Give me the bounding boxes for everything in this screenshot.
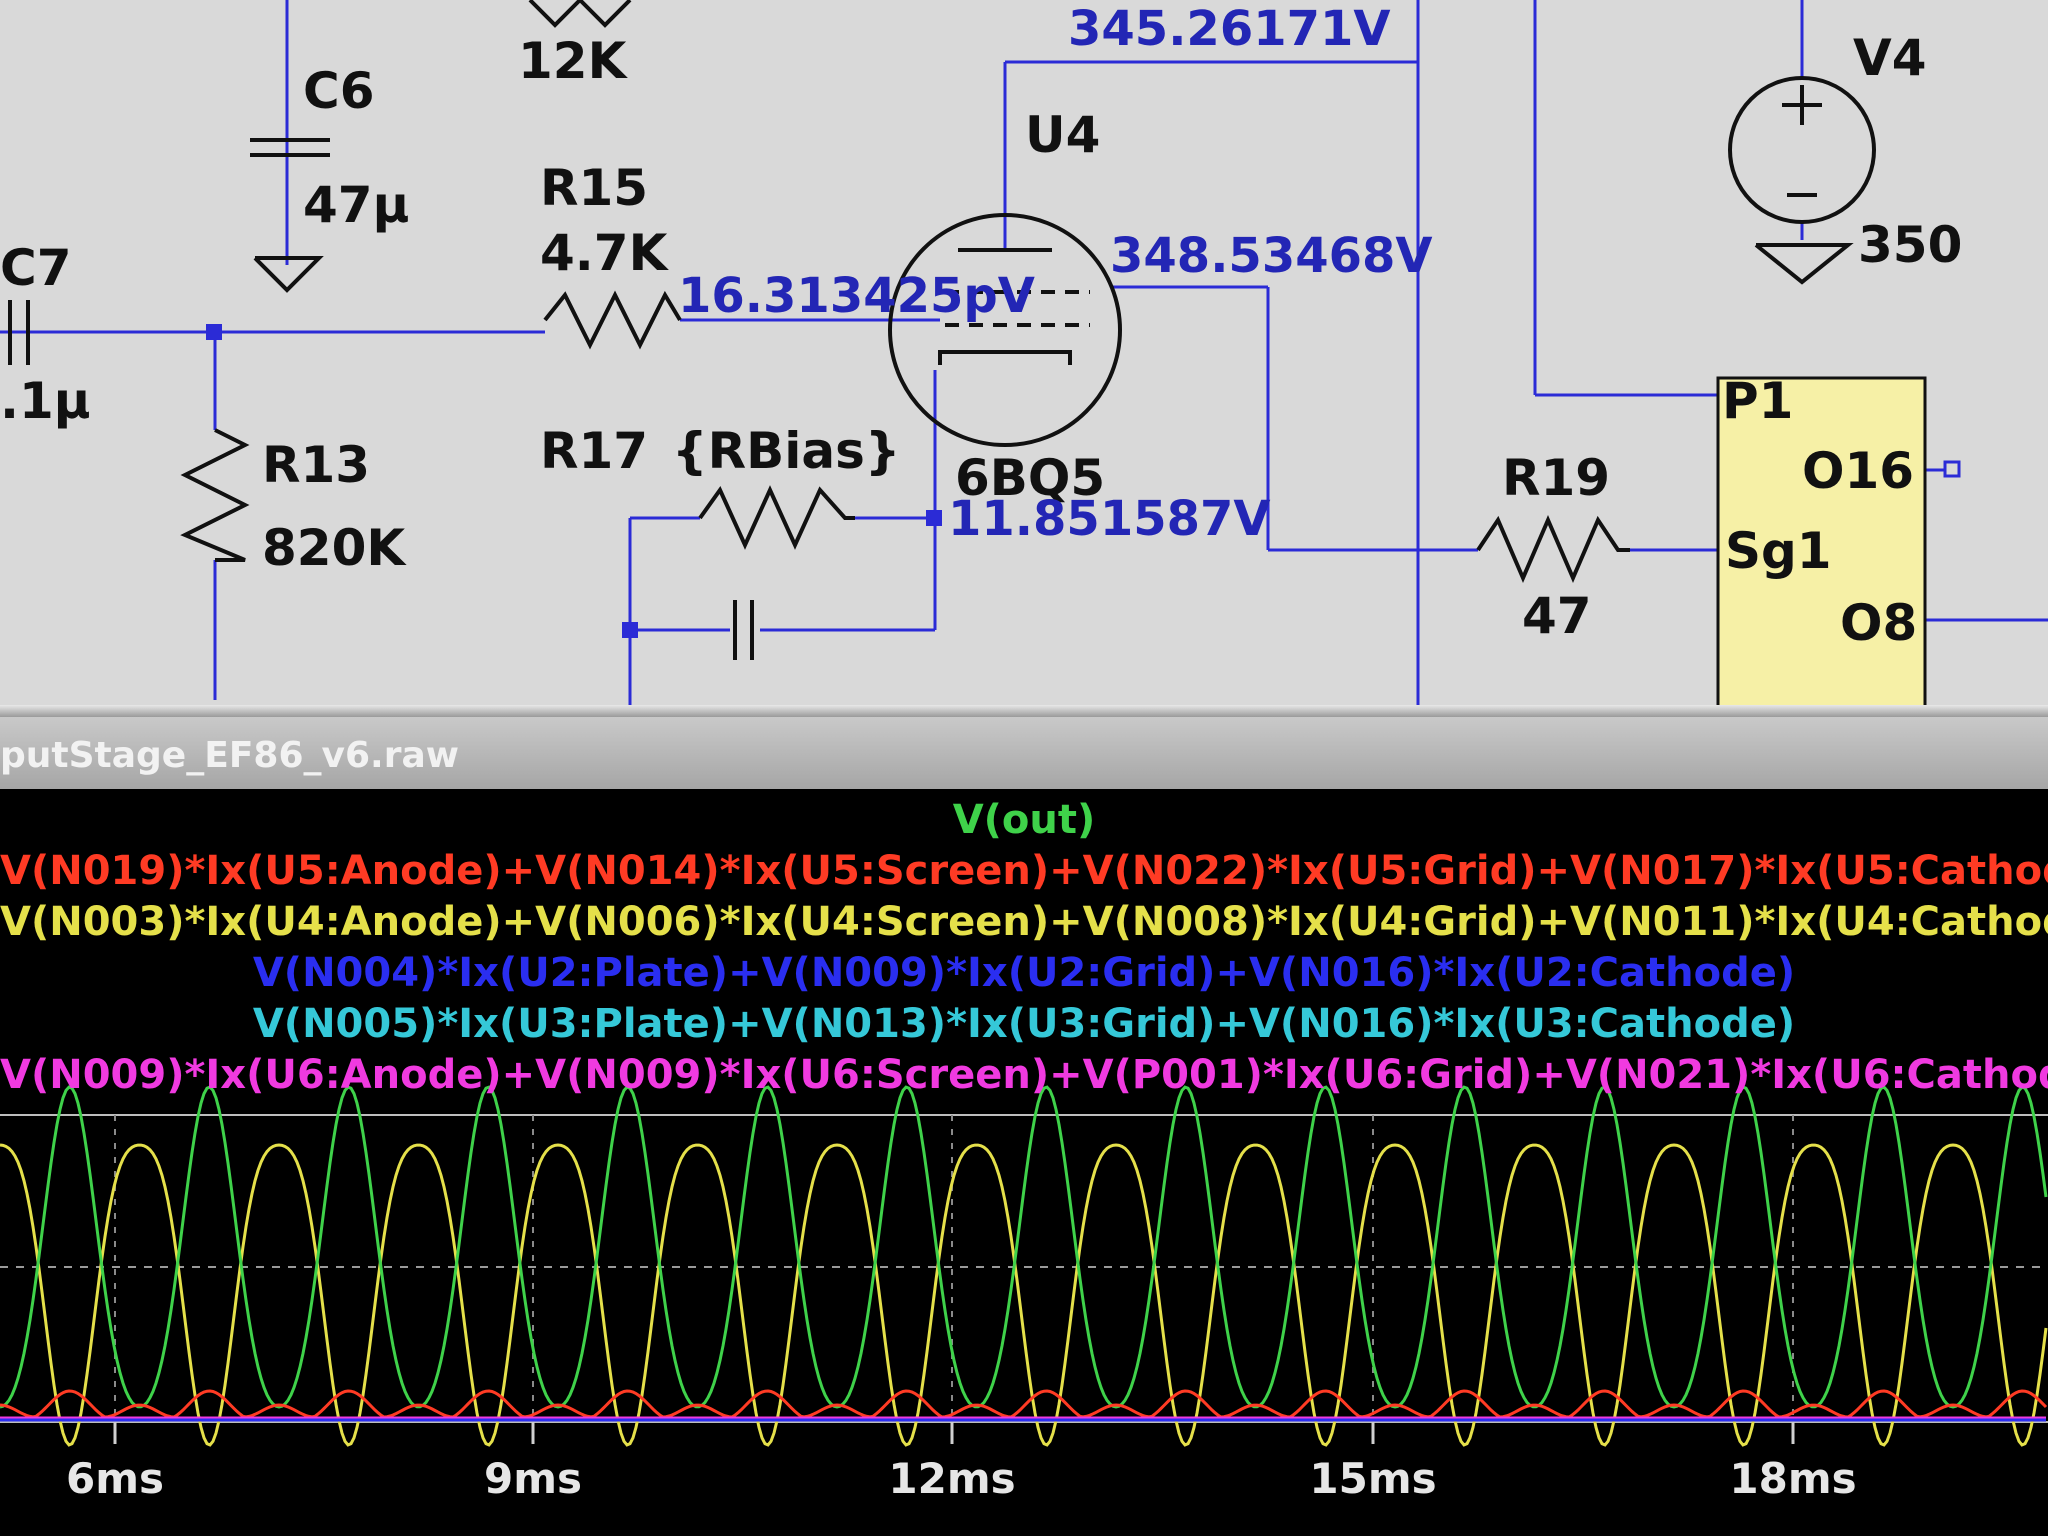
trace-label-1[interactable]: V(N019)*Ix(U5:Anode)+V(N014)*Ix(U5:Scree… — [0, 846, 2048, 897]
transformer-pin-o16: O16 — [1802, 442, 1914, 500]
v4-name: V4 — [1853, 29, 1927, 87]
x-tick-label: 9ms — [484, 1454, 582, 1503]
x-tick-label: 18ms — [1729, 1454, 1856, 1503]
c7-value: .1µ — [0, 372, 91, 430]
schematic-canvas[interactable]: C6 47µ C7 .1µ 12K R15 4.7K R13 820K R17 … — [0, 0, 2048, 705]
waveform-window-titlebar[interactable]: putStage_EF86_v6.raw — [0, 717, 2048, 789]
transformer-pin-o8: O8 — [1840, 594, 1917, 652]
x-tick-label: 12ms — [888, 1454, 1015, 1503]
node-voltage-cathode[interactable]: 11.851587V — [948, 491, 1271, 547]
r17-name: R17 — [540, 422, 648, 480]
waveform-plot[interactable]: 6ms 9ms 12ms 15ms 18ms V(out) V(N019)*Ix(U5:A… — [0, 789, 2048, 1536]
r13-name: R13 — [262, 436, 370, 494]
r15-value: 4.7K — [540, 224, 670, 282]
pane-splitter[interactable] — [0, 705, 2048, 717]
trace-label-0[interactable]: V(out) — [0, 795, 2048, 846]
r19-value: 47 — [1522, 587, 1592, 645]
x-tick-label: 6ms — [66, 1454, 164, 1503]
v4-ground — [1754, 243, 1854, 285]
r17-value: {RBias} — [672, 422, 900, 480]
r15-name: R15 — [540, 159, 648, 217]
r19-name: R19 — [1502, 449, 1610, 507]
c6-name: C6 — [303, 62, 374, 120]
node-voltage-grid[interactable]: 16.313425pV — [678, 268, 1035, 324]
top-resistor[interactable] — [528, 0, 632, 28]
waveform-file-title: putStage_EF86_v6.raw — [0, 735, 459, 776]
c6-value: 47µ — [303, 176, 409, 234]
trace-label-5[interactable]: V(N009)*Ix(U6:Anode)+V(N009)*Ix(U6:Scree… — [0, 1050, 2048, 1101]
r17-resistor[interactable] — [698, 485, 855, 550]
trace-label-3[interactable]: V(N004)*Ix(U2:Plate)+V(N009)*Ix(U2:Grid)… — [0, 948, 2048, 999]
node-voltage-anode[interactable]: 345.26171V — [1068, 1, 1391, 57]
r19-resistor[interactable] — [1476, 514, 1630, 584]
trace-legend: V(out) V(N019)*Ix(U5:Anode)+V(N014)*Ix(U5… — [0, 795, 2048, 1101]
r15-resistor[interactable] — [543, 290, 682, 350]
c7-name: C7 — [0, 239, 71, 297]
u4-cathode — [938, 350, 1072, 365]
u4-name: U4 — [1025, 106, 1100, 164]
transformer-pin-sg1: Sg1 — [1725, 522, 1832, 580]
trace-curve — [0, 1085, 2048, 1409]
top-resistor-value: 12K — [518, 32, 629, 90]
x-axis-ticks: 6ms 9ms 12ms 15ms 18ms — [66, 1422, 1857, 1503]
trace-label-4[interactable]: V(N005)*Ix(U3:Plate)+V(N013)*Ix(U3:Grid)… — [0, 999, 2048, 1050]
r13-resistor[interactable] — [180, 428, 250, 562]
trace-label-2[interactable]: V(N003)*Ix(U4:Anode)+V(N006)*Ix(U4:Scree… — [0, 897, 2048, 948]
node-voltage-screen[interactable]: 348.53468V — [1110, 228, 1433, 284]
transformer-pin-p1: P1 — [1722, 372, 1793, 430]
v4-value: 350 — [1858, 216, 1962, 274]
trace-curve — [0, 1389, 2048, 1419]
schematic-view[interactable]: C6 47µ C7 .1µ 12K R15 4.7K R13 820K R17 … — [0, 0, 2048, 705]
x-tick-label: 15ms — [1309, 1454, 1436, 1503]
r13-value: 820K — [262, 519, 407, 577]
